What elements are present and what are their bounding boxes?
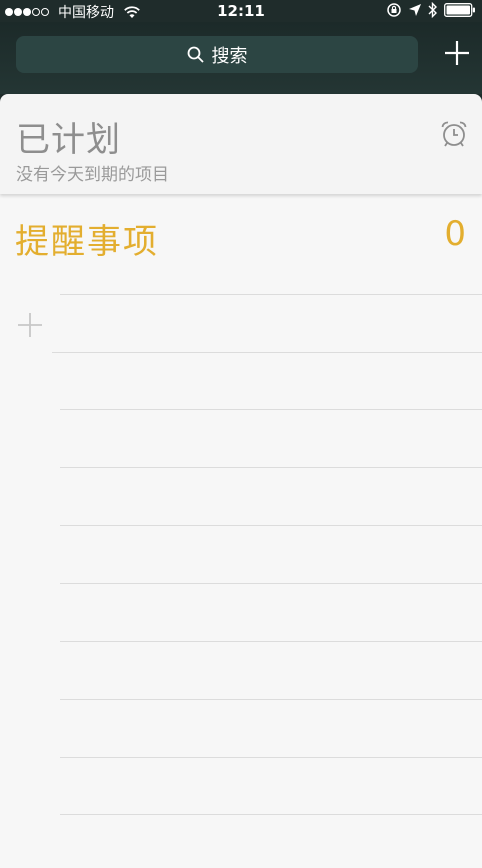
- alarm-clock-icon: [441, 121, 467, 147]
- list-row-line[interactable]: [60, 699, 482, 700]
- scheduled-title: 已计划: [16, 120, 121, 160]
- search-icon: [187, 46, 204, 63]
- battery-icon: [444, 3, 475, 17]
- list-row-line[interactable]: [60, 757, 482, 758]
- status-bar: 中国移动 12:11: [0, 0, 482, 22]
- reminders-title[interactable]: 提醒事项: [15, 214, 159, 263]
- scheduled-list-card[interactable]: 已计划 没有今天到期的项目: [0, 94, 482, 194]
- list-row-line[interactable]: [60, 583, 482, 584]
- list-row-line[interactable]: [52, 352, 482, 353]
- search-field[interactable]: 搜索: [16, 36, 418, 73]
- add-list-button[interactable]: [442, 38, 472, 68]
- list-row-line[interactable]: [60, 525, 482, 526]
- scheduled-subtitle: 没有今天到期的项目: [16, 165, 169, 185]
- list-row-line[interactable]: [60, 814, 482, 815]
- list-row-line[interactable]: [60, 467, 482, 468]
- add-reminder-button[interactable]: [16, 311, 44, 339]
- divider: [60, 294, 482, 295]
- search-label: 搜索: [211, 45, 248, 67]
- reminders-count: 0: [444, 214, 466, 254]
- list-row-line[interactable]: [60, 641, 482, 642]
- reminders-list-card: 提醒事项 0: [0, 192, 482, 868]
- list-row-line[interactable]: [60, 409, 482, 410]
- status-right: [386, 2, 476, 18]
- location-icon: [409, 4, 421, 16]
- top-nav: 搜索: [0, 22, 482, 94]
- orientation-lock-icon: [387, 3, 401, 17]
- bluetooth-icon: [428, 2, 437, 18]
